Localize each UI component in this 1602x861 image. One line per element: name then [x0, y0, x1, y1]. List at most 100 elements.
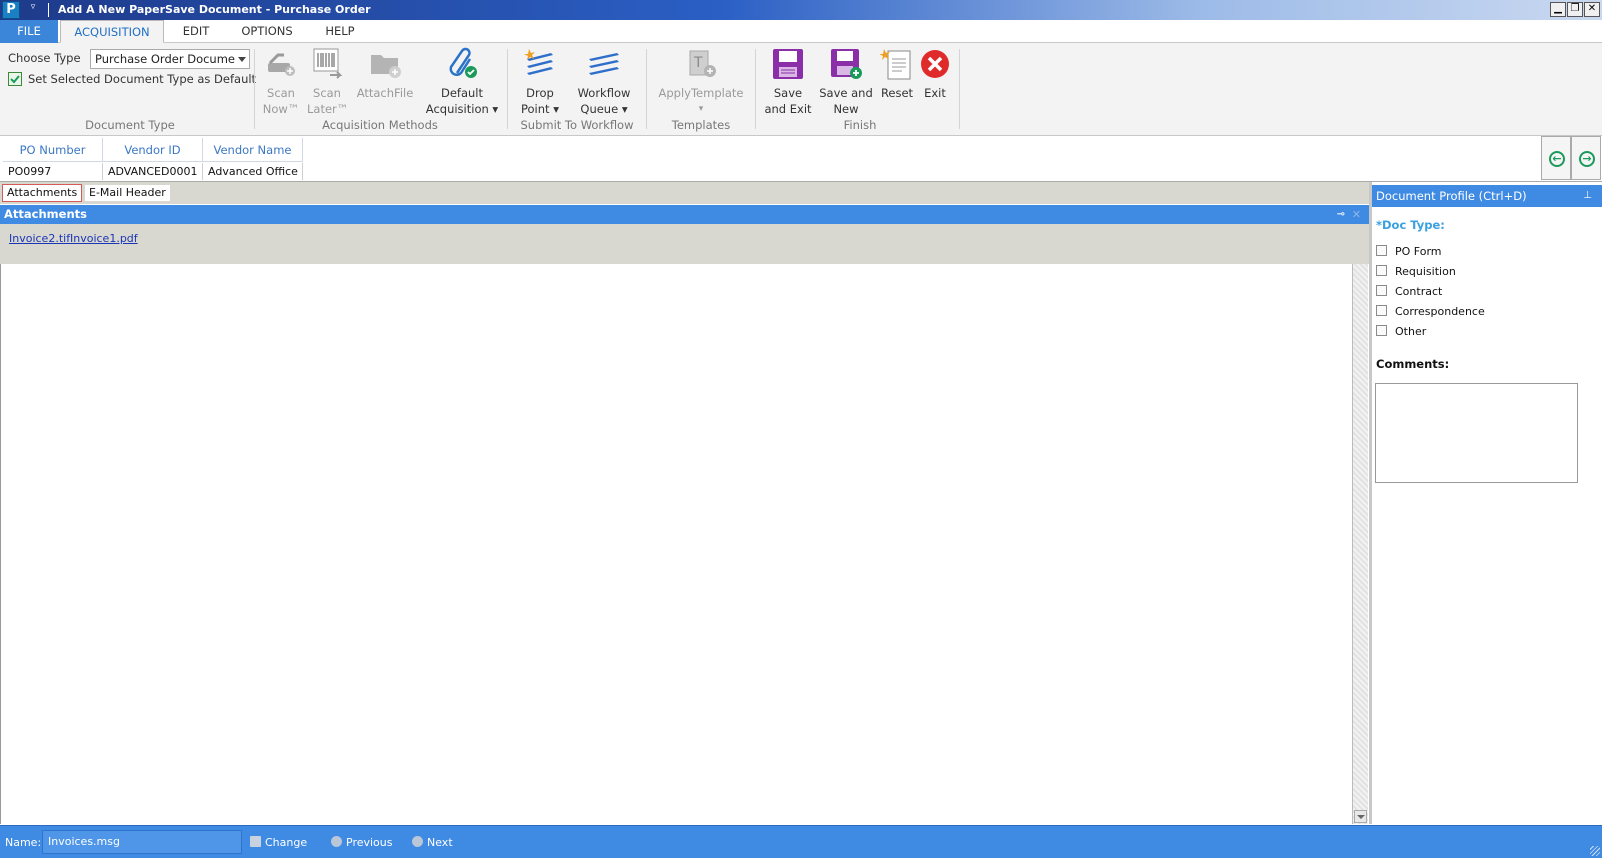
save-and-new-button[interactable]: Save and New [818, 47, 874, 117]
previous-icon [331, 836, 342, 847]
ribbon: Choose Type Purchase Order Docume Set Se… [0, 43, 1602, 136]
comments-textarea[interactable] [1375, 383, 1578, 483]
pin-icon[interactable]: ⊥ [1583, 185, 1592, 207]
doc-type-option-other[interactable]: Other [1376, 325, 1426, 338]
drop-point-layers-icon [523, 47, 557, 81]
resize-grip-icon[interactable] [1590, 846, 1600, 856]
set-default-label: Set Selected Document Type as Default [28, 72, 257, 86]
reset-button[interactable]: Reset [877, 47, 917, 101]
checkbox[interactable] [1376, 305, 1387, 316]
doc-type-option-requisition[interactable]: Requisition [1376, 265, 1456, 278]
attachments-title: Attachments [4, 207, 87, 221]
save-and-exit-label-2: and Exit [764, 102, 812, 116]
option-label: Other [1395, 325, 1427, 338]
previous-record-button[interactable]: ← [1541, 136, 1571, 180]
group-label-submit-to-workflow: Submit To Workflow [520, 118, 634, 132]
attachment-link-invoice1[interactable]: Invoice1.pdf [70, 232, 138, 245]
option-label: Correspondence [1395, 305, 1485, 318]
tab-help[interactable]: HELP [312, 20, 368, 43]
default-acquisition-button[interactable]: Default Acquisition ▾ [424, 47, 500, 117]
document-type-value: Purchase Order Docume [95, 52, 235, 66]
reset-document-icon [879, 47, 914, 81]
document-tabs: Attachments E-Mail Header [0, 182, 1370, 204]
name-field[interactable]: Invoices.msg [42, 830, 242, 854]
status-bar: Name: Invoices.msg Change Previous Next [0, 825, 1602, 858]
restore-button[interactable]: ❐ [1567, 2, 1583, 17]
close-window-button[interactable]: ✕ [1584, 2, 1600, 17]
doc-type-option-correspondence[interactable]: Correspondence [1376, 305, 1485, 318]
doc-type-option-contract[interactable]: Contract [1376, 285, 1442, 298]
group-separator [959, 49, 960, 129]
exit-button[interactable]: Exit [918, 47, 952, 101]
column-header-vendor-name[interactable]: Vendor Name [203, 138, 303, 162]
tab-edit[interactable]: EDIT [170, 20, 222, 43]
checkbox[interactable] [1376, 285, 1387, 296]
close-icon[interactable]: ✕ [1352, 205, 1361, 224]
drop-point-label-2: Point ▾ [521, 102, 559, 116]
document-type-select[interactable]: Purchase Order Docume [90, 49, 250, 69]
group-label-acquisition-methods: Acquisition Methods [322, 118, 438, 132]
index-fields-grid: PO Number Vendor ID Vendor Name PO0997 A… [0, 136, 1602, 182]
apply-template-button[interactable]: T ApplyTemplate ▾ [656, 47, 746, 117]
group-separator [755, 49, 756, 129]
po-number-cell[interactable]: PO0997 [3, 163, 103, 180]
minimize-button[interactable]: ▁ [1550, 2, 1566, 17]
group-separator [646, 49, 647, 129]
scan-later-label-2: Later™ [307, 102, 349, 116]
document-profile-panel: Document Profile (Ctrl+D) ⊥ *Doc Type: P… [1372, 182, 1602, 824]
save-new-icon [829, 47, 863, 81]
checkbox[interactable] [1376, 325, 1387, 336]
default-acquisition-label-2: Acquisition ▾ [425, 102, 499, 116]
workflow-queue-button[interactable]: Workflow Queue ▾ [574, 47, 634, 117]
checkbox[interactable] [1376, 245, 1387, 256]
save-and-exit-label-1: Save [773, 86, 803, 100]
attachments-panel-header: Attachments ⊸ ✕ [0, 205, 1369, 224]
tab-email-header[interactable]: E-Mail Header [84, 184, 171, 202]
scan-now-button[interactable]: Scan Now™ [262, 47, 300, 117]
doc-type-option-po-form[interactable]: PO Form [1376, 245, 1442, 258]
exit-icon [918, 47, 952, 81]
group-label-document-type: Document Type [85, 118, 175, 132]
save-and-exit-button[interactable]: Save and Exit [764, 47, 812, 117]
next-record-button[interactable]: → [1571, 136, 1601, 180]
comments-label: Comments: [1376, 357, 1450, 371]
save-icon [771, 47, 805, 81]
apply-template-arrow: ▾ [698, 104, 704, 114]
attachment-link-invoice2[interactable]: Invoice2.tif [9, 232, 70, 245]
change-button[interactable]: Change [250, 836, 307, 849]
document-profile-header: Document Profile (Ctrl+D) ⊥ [1372, 185, 1602, 207]
tab-acquisition[interactable]: ACQUISITION [60, 20, 164, 43]
barcode-icon [310, 47, 344, 81]
workflow-queue-layers-icon [587, 47, 621, 81]
vendor-id-cell[interactable]: ADVANCED0001 [103, 163, 203, 180]
set-default-type-button[interactable]: Set Selected Document Type as Default [8, 72, 256, 86]
doc-type-label: *Doc Type: [1376, 218, 1445, 232]
scan-later-button[interactable]: Scan Later™ [307, 47, 349, 117]
tab-file[interactable]: FILE [0, 20, 58, 43]
attach-file-label: AttachFile [356, 86, 414, 100]
previous-button[interactable]: Previous [331, 836, 393, 849]
group-separator [507, 49, 508, 129]
scanner-icon [264, 47, 298, 81]
set-default-check-icon [8, 72, 22, 86]
column-header-vendor-id[interactable]: Vendor ID [103, 138, 203, 162]
document-viewer[interactable] [0, 264, 1352, 824]
paperclip-check-icon [445, 47, 479, 81]
column-header-po-number[interactable]: PO Number [3, 138, 103, 162]
arrow-right-icon: → [1579, 151, 1595, 167]
quick-access-dropdown-icon[interactable]: ▿ [24, 2, 42, 16]
arrow-left-icon: ← [1549, 151, 1565, 167]
checkbox[interactable] [1376, 265, 1387, 276]
scroll-down-arrow-icon[interactable] [1354, 810, 1367, 823]
viewer-scrollbar[interactable] [1352, 264, 1368, 824]
group-label-finish: Finish [843, 118, 877, 132]
drop-point-button[interactable]: Drop Point ▾ [516, 47, 564, 117]
vendor-name-cell[interactable]: Advanced Office S [203, 163, 303, 180]
next-button[interactable]: Next [412, 836, 453, 849]
tab-attachments[interactable]: Attachments [2, 184, 83, 202]
app-logo-icon[interactable]: P [2, 1, 20, 19]
pin-icon[interactable]: ⊸ [1337, 205, 1345, 224]
attach-file-button[interactable]: AttachFile [356, 47, 414, 101]
tab-options[interactable]: OPTIONS [232, 20, 302, 43]
workflow-queue-label-2: Queue ▾ [580, 102, 628, 116]
